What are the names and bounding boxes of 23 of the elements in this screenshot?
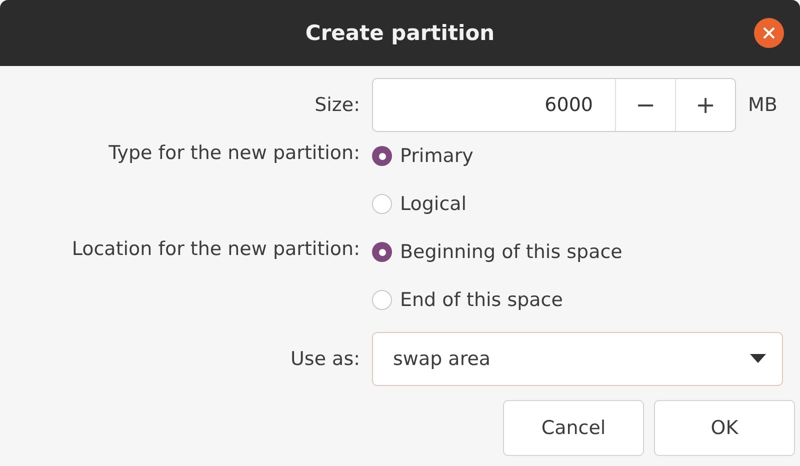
- radio-button[interactable]: [372, 290, 392, 310]
- dialog-button[interactable]: OK: [654, 400, 795, 456]
- close-button[interactable]: [754, 18, 784, 48]
- radio-option[interactable]: Logical: [372, 180, 784, 228]
- dialog-button[interactable]: Cancel: [503, 400, 644, 456]
- radio-button[interactable]: [372, 194, 392, 214]
- window-title: Create partition: [305, 21, 495, 45]
- unit-label: MB: [748, 94, 778, 116]
- use-as-dropdown[interactable]: swap area: [372, 332, 783, 386]
- decrement-button[interactable]: −: [615, 79, 675, 131]
- radio-button[interactable]: [372, 242, 392, 262]
- size-spin-field[interactable]: 6000 − +: [372, 78, 736, 132]
- field-label: Type for the new partition:: [108, 142, 360, 164]
- radio-button[interactable]: [372, 146, 392, 166]
- radio-option[interactable]: Primary: [372, 132, 784, 180]
- field-label: Location for the new partition:: [72, 238, 360, 260]
- radio-option[interactable]: End of this space: [372, 276, 784, 324]
- field-label: Use as:: [290, 348, 360, 370]
- radio-option[interactable]: Beginning of this space: [372, 228, 784, 276]
- field-label: Size:: [314, 94, 360, 116]
- close-icon: [762, 26, 776, 40]
- increment-button[interactable]: +: [675, 79, 735, 131]
- caret-icon: [750, 354, 766, 364]
